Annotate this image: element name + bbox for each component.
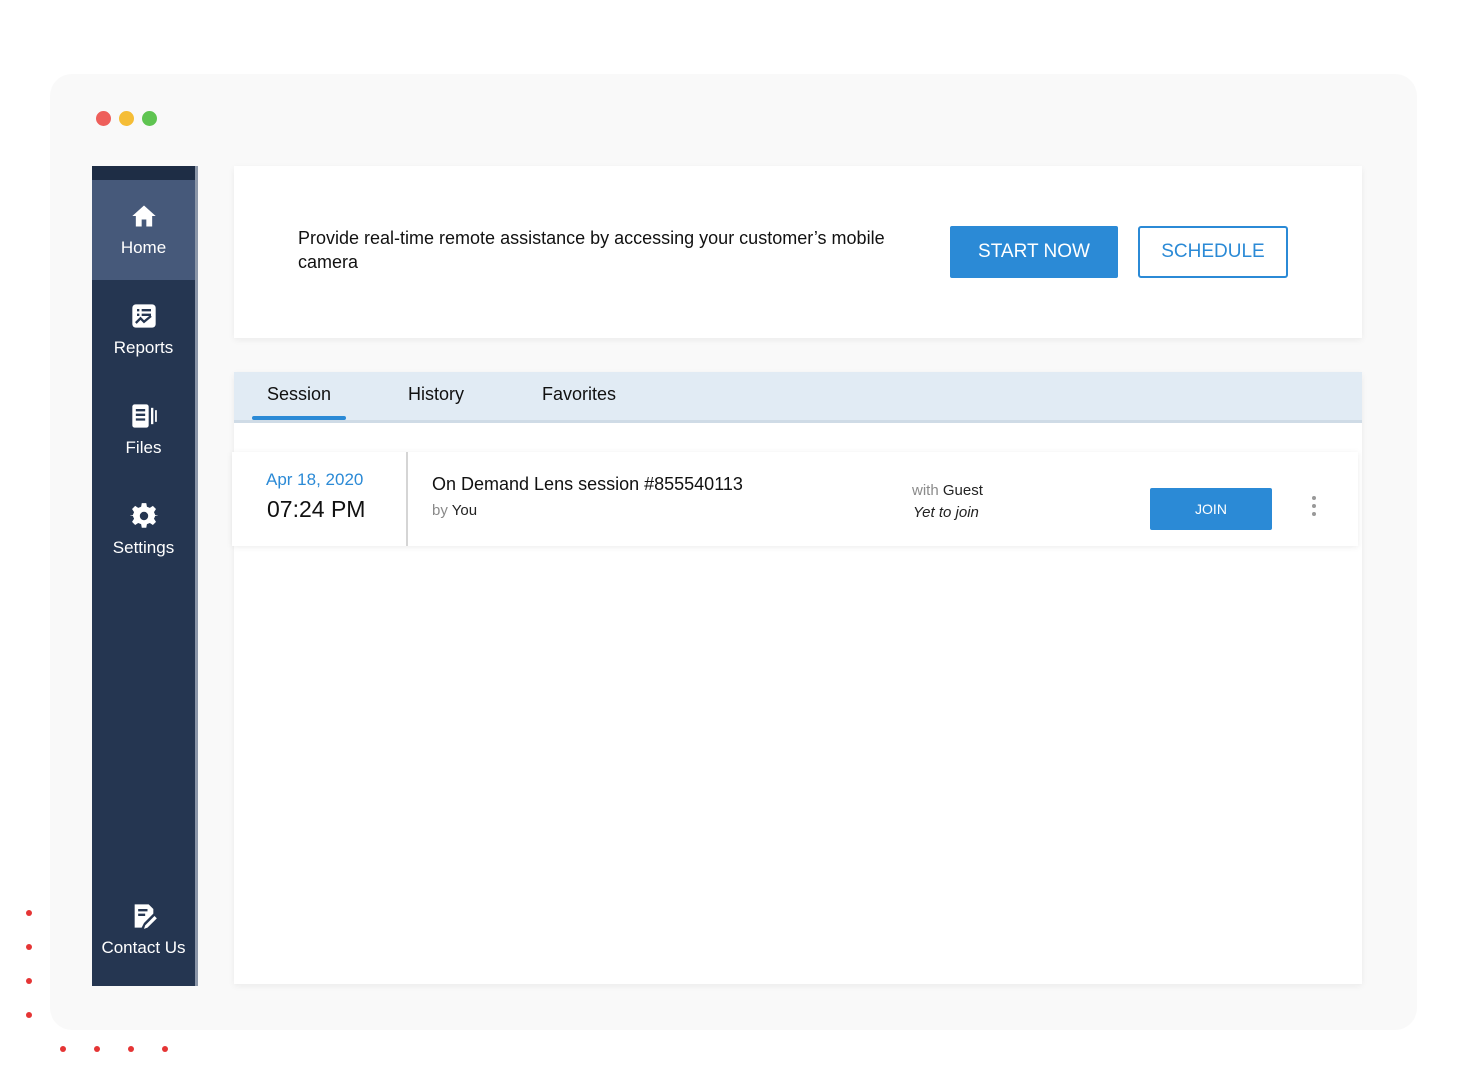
session-title: On Demand Lens session #855540113 xyxy=(432,474,743,494)
minimize-window-button[interactable] xyxy=(119,111,134,126)
sidebar-item-reports[interactable]: Reports xyxy=(92,280,195,380)
session-participant-prefix: with xyxy=(912,482,939,499)
sidebar-item-label: Home xyxy=(120,238,167,257)
session-status: Yet to join xyxy=(913,504,979,521)
files-icon xyxy=(130,402,158,430)
sidebar: Home Reports Files Settings Contact Us xyxy=(92,166,198,986)
schedule-button[interactable]: SCHEDULE xyxy=(1138,226,1288,278)
sidebar-item-label: Reports xyxy=(113,338,174,357)
home-icon xyxy=(130,202,158,230)
reports-icon xyxy=(130,302,158,330)
session-time: 07:24 PM xyxy=(267,496,366,522)
hero-card: Provide real-time remote assistance by a… xyxy=(234,166,1362,338)
edit-note-icon xyxy=(130,902,158,930)
session-date: Apr 18, 2020 xyxy=(266,470,364,489)
sidebar-item-label: Settings xyxy=(112,538,175,557)
sidebar-item-contact-us[interactable]: Contact Us xyxy=(92,880,195,980)
hero-description: Provide real-time remote assistance by a… xyxy=(298,228,885,272)
sidebar-item-settings[interactable]: Settings xyxy=(92,480,195,580)
tab-history[interactable]: History xyxy=(394,372,478,420)
session-participant-name: Guest xyxy=(942,482,983,499)
join-button[interactable]: JOIN xyxy=(1150,488,1272,530)
session-owner-prefix: by xyxy=(432,502,448,519)
maximize-window-button[interactable] xyxy=(142,111,157,126)
app-window: Home Reports Files Settings Contact Us P… xyxy=(50,74,1417,1030)
sidebar-item-home[interactable]: Home xyxy=(92,180,195,280)
gear-icon xyxy=(129,502,158,530)
tab-bar: Session History Favorites xyxy=(234,372,1362,423)
sidebar-item-files[interactable]: Files xyxy=(92,380,195,480)
session-participant: with Guest xyxy=(912,482,983,499)
session-owner-name: You xyxy=(451,502,478,519)
tab-favorites[interactable]: Favorites xyxy=(532,372,626,420)
sidebar-item-label: Files xyxy=(125,438,162,457)
session-owner: by You xyxy=(432,502,477,519)
tab-session[interactable]: Session xyxy=(252,372,346,420)
start-now-button[interactable]: START NOW xyxy=(950,226,1118,278)
session-row[interactable]: Apr 18, 2020 07:24 PM On Demand Lens ses… xyxy=(232,452,1358,546)
sessions-panel: Session History Favorites Apr 18, 2020 0… xyxy=(232,372,1362,984)
more-options-icon[interactable] xyxy=(1308,496,1320,520)
window-controls xyxy=(96,111,157,126)
divider xyxy=(406,452,408,546)
close-window-button[interactable] xyxy=(96,111,111,126)
sidebar-item-label: Contact Us xyxy=(101,938,186,957)
